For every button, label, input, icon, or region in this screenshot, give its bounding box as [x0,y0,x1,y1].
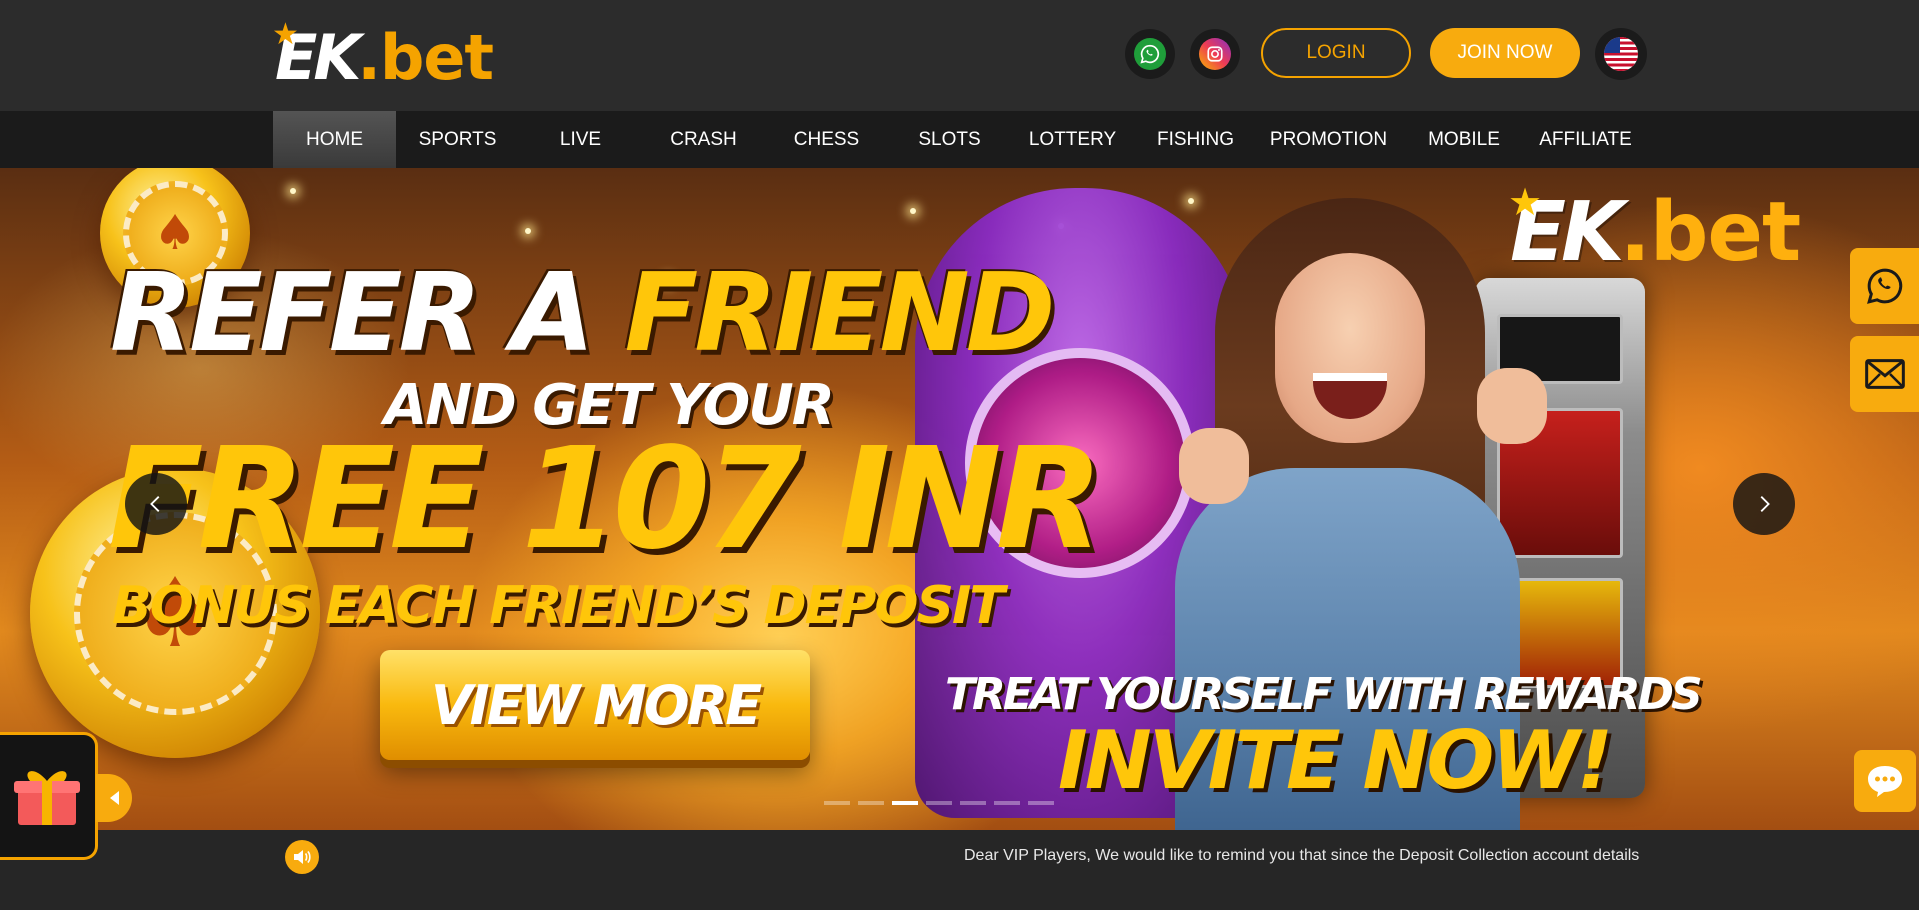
carousel-dot[interactable] [1028,801,1054,805]
banner-logo: ★ EK .bet [1508,184,1802,280]
logo-text-bet: .bet [357,21,494,94]
carousel-dot[interactable] [960,801,986,805]
caret-left-icon [110,791,119,805]
hero-banner[interactable]: ♠ ♠ REFER A FRIEND AND GET YOUR FREE 107… [0,168,1919,830]
banner-headline: REFER A FRIEND [110,260,1055,368]
nav-home[interactable]: HOME [273,111,396,168]
whatsapp-icon [1134,38,1166,70]
nav-sports[interactable]: SPORTS [396,111,519,168]
whatsapp-button[interactable] [1125,29,1175,79]
sparkle [525,228,531,234]
nav-fishing[interactable]: FISHING [1134,111,1257,168]
nav-live[interactable]: LIVE [519,111,642,168]
instagram-icon [1199,38,1231,70]
side-whatsapp-button[interactable] [1850,248,1919,324]
side-mail-button[interactable] [1850,336,1919,412]
chevron-left-icon [150,496,160,512]
carousel-indicators [824,801,1054,805]
mail-icon [1864,359,1905,389]
carousel-next-button[interactable] [1733,473,1795,535]
banner-logo-bet: .bet [1619,185,1802,280]
chevron-right-icon [1760,496,1770,512]
gift-icon [13,771,80,825]
announcement-text: Dear VIP Players, We would like to remin… [964,847,1640,864]
nav-promotion[interactable]: PROMOTION [1257,111,1400,168]
whatsapp-icon [1866,268,1902,304]
join-now-button[interactable]: JOIN NOW [1430,28,1580,78]
banner-tagline: TREAT YOURSELF WITH REWARDS [945,669,1703,720]
login-button[interactable]: LOGIN [1261,28,1411,78]
headline-friend: FRIEND [624,251,1055,376]
nav-mobile[interactable]: MOBILE [1400,111,1528,168]
banner-invite-now: INVITE NOW! [1058,714,1613,807]
speaker-icon[interactable] [285,840,319,874]
sparkle [290,188,296,194]
us-flag-icon [1604,37,1638,71]
view-more-button[interactable]: VIEW MORE [380,650,810,760]
carousel-dot[interactable] [824,801,850,805]
nav-lottery[interactable]: LOTTERY [1011,111,1134,168]
carousel-dot[interactable] [926,801,952,805]
site-header: ★ EK .bet LOGIN JOIN NOW [0,0,1919,111]
banner-offer: FREE 107 INR [108,418,1103,581]
carousel-prev-button[interactable] [125,473,187,535]
main-nav: HOME SPORTS LIVE CRASH CHESS SLOTS LOTTE… [0,111,1919,168]
instagram-button[interactable] [1190,29,1240,79]
live-chat-button[interactable] [1854,750,1916,812]
carousel-dot[interactable] [994,801,1020,805]
sparkle [910,208,916,214]
banner-bonus-line: BONUS EACH FRIEND’S DEPOSIT [112,576,1005,636]
logo-star-icon: ★ [272,18,299,51]
banner-logo-star-icon: ★ [1508,182,1543,224]
chat-bubble-icon [1868,766,1902,797]
language-selector[interactable] [1595,28,1647,80]
announcement-bar: Dear VIP Players, We would like to remin… [0,830,1919,882]
gift-widget[interactable] [0,732,98,860]
carousel-dot[interactable] [858,801,884,805]
site-logo[interactable]: ★ EK .bet [272,18,494,94]
carousel-dot-active[interactable] [892,801,918,805]
nav-chess[interactable]: CHESS [765,111,888,168]
nav-crash[interactable]: CRASH [642,111,765,168]
headline-refer-a: REFER A [110,251,595,376]
nav-slots[interactable]: SLOTS [888,111,1011,168]
nav-affiliate[interactable]: AFFILIATE [1528,111,1643,168]
